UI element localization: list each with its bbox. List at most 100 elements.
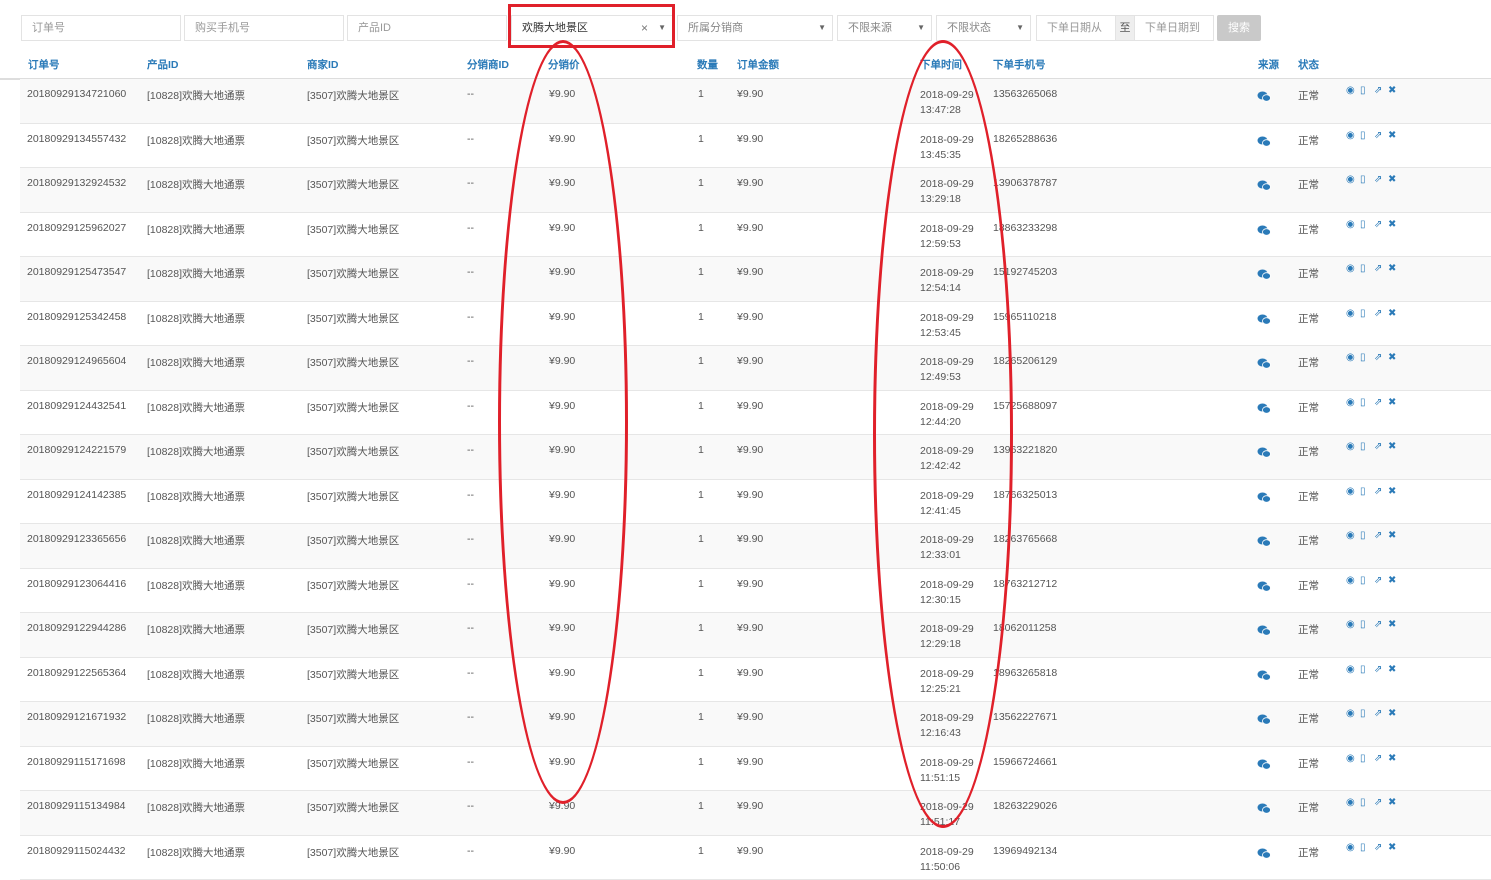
phone-icon[interactable]: ▯ bbox=[1360, 264, 1370, 274]
share-icon[interactable]: ⇗ bbox=[1374, 843, 1384, 853]
close-icon[interactable]: ✖ bbox=[1388, 353, 1398, 363]
phone-icon[interactable]: ▯ bbox=[1360, 709, 1370, 719]
phone-icon[interactable]: ▯ bbox=[1360, 665, 1370, 675]
phone-icon[interactable]: ▯ bbox=[1360, 487, 1370, 497]
share-icon[interactable]: ⇗ bbox=[1374, 620, 1384, 630]
eye-icon[interactable]: ◉ bbox=[1346, 131, 1356, 141]
close-icon[interactable]: ✖ bbox=[1388, 264, 1398, 274]
col-amount[interactable]: 订单金额 bbox=[737, 57, 779, 72]
col-phone[interactable]: 下单手机号 bbox=[993, 57, 1046, 72]
phone-icon[interactable]: ▯ bbox=[1360, 442, 1370, 452]
close-icon[interactable]: ✖ bbox=[1388, 531, 1398, 541]
phone-icon[interactable]: ▯ bbox=[1360, 754, 1370, 764]
eye-icon[interactable]: ◉ bbox=[1346, 220, 1356, 230]
close-icon[interactable]: ✖ bbox=[1388, 843, 1398, 853]
clear-icon[interactable]: × bbox=[641, 16, 648, 40]
share-icon[interactable]: ⇗ bbox=[1374, 487, 1384, 497]
phone-icon[interactable]: ▯ bbox=[1360, 576, 1370, 586]
order-no-input[interactable]: 订单号 bbox=[21, 15, 181, 41]
share-icon[interactable]: ⇗ bbox=[1374, 665, 1384, 675]
eye-icon[interactable]: ◉ bbox=[1346, 798, 1356, 808]
col-source[interactable]: 来源 bbox=[1258, 57, 1279, 72]
col-order-time[interactable]: 下单时间 bbox=[920, 57, 962, 72]
eye-icon[interactable]: ◉ bbox=[1346, 398, 1356, 408]
close-icon[interactable]: ✖ bbox=[1388, 620, 1398, 630]
source-select[interactable]: 不限来源 ▼ bbox=[837, 15, 932, 41]
share-icon[interactable]: ⇗ bbox=[1374, 175, 1384, 185]
close-icon[interactable]: ✖ bbox=[1388, 576, 1398, 586]
search-button[interactable]: 搜索 bbox=[1217, 15, 1261, 41]
share-icon[interactable]: ⇗ bbox=[1374, 86, 1384, 96]
close-icon[interactable]: ✖ bbox=[1388, 309, 1398, 319]
phone-icon[interactable]: ▯ bbox=[1360, 131, 1370, 141]
close-icon[interactable]: ✖ bbox=[1388, 220, 1398, 230]
col-qty[interactable]: 数量 bbox=[697, 57, 718, 72]
share-icon[interactable]: ⇗ bbox=[1374, 309, 1384, 319]
share-icon[interactable]: ⇗ bbox=[1374, 531, 1384, 541]
eye-icon[interactable]: ◉ bbox=[1346, 531, 1356, 541]
eye-icon[interactable]: ◉ bbox=[1346, 620, 1356, 630]
share-icon[interactable]: ⇗ bbox=[1374, 264, 1384, 274]
row-order-clock: 12:33:01 bbox=[920, 548, 974, 563]
eye-icon[interactable]: ◉ bbox=[1346, 754, 1356, 764]
phone-icon[interactable]: ▯ bbox=[1360, 220, 1370, 230]
close-icon[interactable]: ✖ bbox=[1388, 175, 1398, 185]
col-price[interactable]: 分销价 bbox=[548, 57, 580, 72]
row-merchant: [3507]欢腾大地景区 bbox=[307, 489, 399, 504]
close-icon[interactable]: ✖ bbox=[1388, 665, 1398, 675]
phone-icon[interactable]: ▯ bbox=[1360, 309, 1370, 319]
eye-icon[interactable]: ◉ bbox=[1346, 843, 1356, 853]
share-icon[interactable]: ⇗ bbox=[1374, 398, 1384, 408]
col-order-no[interactable]: 订单号 bbox=[28, 57, 60, 72]
eye-icon[interactable]: ◉ bbox=[1346, 86, 1356, 96]
eye-icon[interactable]: ◉ bbox=[1346, 309, 1356, 319]
col-product-id[interactable]: 产品ID bbox=[147, 57, 179, 72]
col-merchant-id[interactable]: 商家ID bbox=[307, 57, 339, 72]
close-icon[interactable]: ✖ bbox=[1388, 131, 1398, 141]
close-icon[interactable]: ✖ bbox=[1388, 798, 1398, 808]
close-icon[interactable]: ✖ bbox=[1388, 487, 1398, 497]
wechat-icon bbox=[1257, 403, 1271, 414]
share-icon[interactable]: ⇗ bbox=[1374, 220, 1384, 230]
status-select[interactable]: 不限状态 ▼ bbox=[936, 15, 1031, 41]
row-qty: 1 bbox=[698, 444, 704, 456]
close-icon[interactable]: ✖ bbox=[1388, 86, 1398, 96]
share-icon[interactable]: ⇗ bbox=[1374, 353, 1384, 363]
eye-icon[interactable]: ◉ bbox=[1346, 709, 1356, 719]
eye-icon[interactable]: ◉ bbox=[1346, 576, 1356, 586]
product-id-input[interactable]: 产品ID bbox=[347, 15, 507, 41]
phone-icon[interactable]: ▯ bbox=[1360, 353, 1370, 363]
phone-icon[interactable]: ▯ bbox=[1360, 620, 1370, 630]
share-icon[interactable]: ⇗ bbox=[1374, 131, 1384, 141]
share-icon[interactable]: ⇗ bbox=[1374, 754, 1384, 764]
row-order-clock: 11:50:06 bbox=[920, 860, 974, 875]
phone-icon[interactable]: ▯ bbox=[1360, 531, 1370, 541]
eye-icon[interactable]: ◉ bbox=[1346, 665, 1356, 675]
phone-icon[interactable]: ▯ bbox=[1360, 398, 1370, 408]
eye-icon[interactable]: ◉ bbox=[1346, 487, 1356, 497]
phone-icon[interactable]: ▯ bbox=[1360, 175, 1370, 185]
row-price: ¥9.90 bbox=[549, 756, 575, 768]
share-icon[interactable]: ⇗ bbox=[1374, 442, 1384, 452]
date-from-input[interactable]: 下单日期从 bbox=[1036, 15, 1116, 41]
date-to-input[interactable]: 下单日期到 bbox=[1134, 15, 1214, 41]
close-icon[interactable]: ✖ bbox=[1388, 754, 1398, 764]
eye-icon[interactable]: ◉ bbox=[1346, 264, 1356, 274]
close-icon[interactable]: ✖ bbox=[1388, 398, 1398, 408]
close-icon[interactable]: ✖ bbox=[1388, 442, 1398, 452]
scenic-select[interactable]: 欢腾大地景区 × ▼ bbox=[511, 15, 673, 41]
share-icon[interactable]: ⇗ bbox=[1374, 709, 1384, 719]
distributor-select[interactable]: 所属分销商 ▼ bbox=[677, 15, 833, 41]
eye-icon[interactable]: ◉ bbox=[1346, 442, 1356, 452]
share-icon[interactable]: ⇗ bbox=[1374, 576, 1384, 586]
col-distributor-id[interactable]: 分销商ID bbox=[467, 57, 509, 72]
phone-input[interactable]: 购买手机号 bbox=[184, 15, 344, 41]
phone-icon[interactable]: ▯ bbox=[1360, 798, 1370, 808]
col-status[interactable]: 状态 bbox=[1298, 57, 1319, 72]
phone-icon[interactable]: ▯ bbox=[1360, 86, 1370, 96]
eye-icon[interactable]: ◉ bbox=[1346, 175, 1356, 185]
phone-icon[interactable]: ▯ bbox=[1360, 843, 1370, 853]
close-icon[interactable]: ✖ bbox=[1388, 709, 1398, 719]
eye-icon[interactable]: ◉ bbox=[1346, 353, 1356, 363]
share-icon[interactable]: ⇗ bbox=[1374, 798, 1384, 808]
